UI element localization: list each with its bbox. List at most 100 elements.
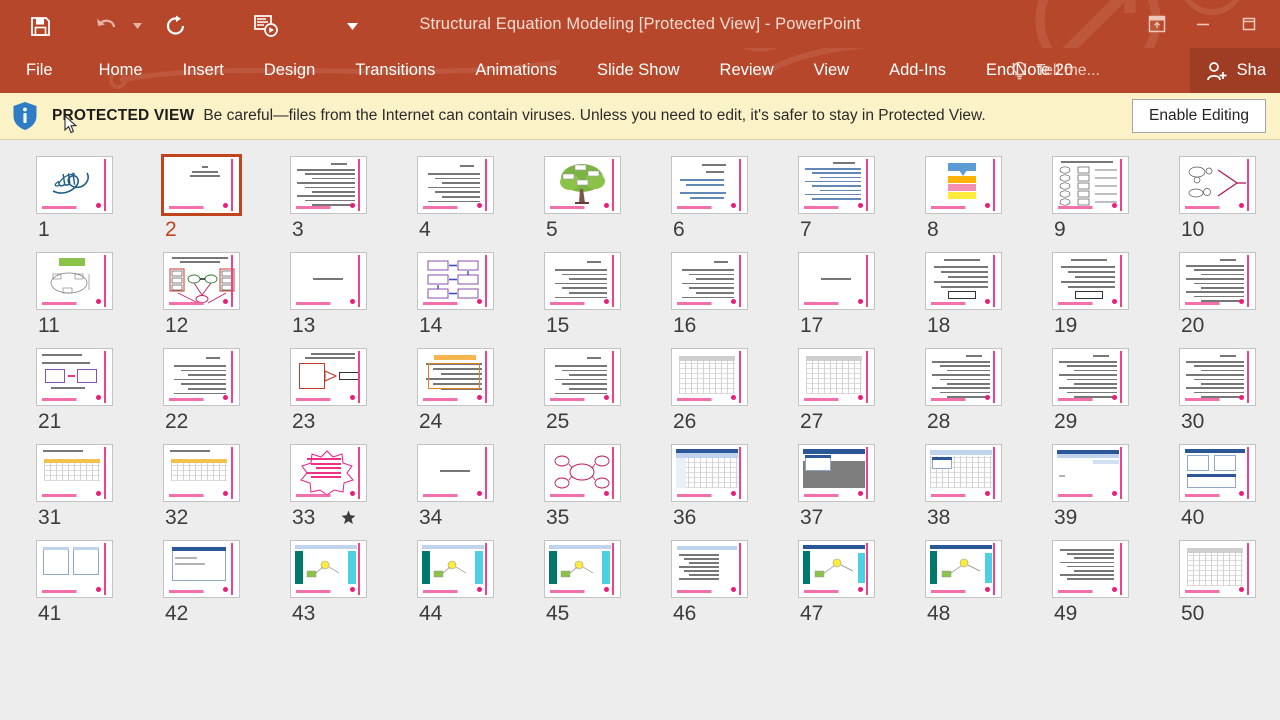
slide-thumbnail-cell[interactable]: 11 — [36, 252, 163, 336]
slide-thumbnail[interactable] — [1052, 252, 1129, 310]
slide-thumbnail-cell[interactable]: 35 — [544, 444, 671, 528]
slide-thumbnail-cell[interactable]: 30 — [1179, 348, 1280, 432]
slide-thumbnail[interactable] — [417, 156, 494, 214]
slide-thumbnail[interactable] — [163, 444, 240, 502]
slide-thumbnail[interactable] — [1179, 252, 1256, 310]
slide-thumbnail-cell[interactable]: 48 — [925, 540, 1052, 624]
slide-thumbnail[interactable] — [798, 156, 875, 214]
slide-thumbnail-cell[interactable]: 8 — [925, 156, 1052, 240]
slide-thumbnail-cell[interactable]: 7 — [798, 156, 925, 240]
slide-thumbnail[interactable] — [1179, 348, 1256, 406]
slide-thumbnail-cell[interactable]: 23 — [290, 348, 417, 432]
slide-thumbnail-cell[interactable]: 20 — [1179, 252, 1280, 336]
slide-thumbnail[interactable] — [544, 348, 621, 406]
slide-thumbnail[interactable] — [163, 348, 240, 406]
slide-thumbnail[interactable]: الله — [36, 156, 113, 214]
slide-thumbnail-cell[interactable]: 5 — [544, 156, 671, 240]
slide-thumbnail-cell[interactable]: 31 — [36, 444, 163, 528]
slide-thumbnail-cell[interactable]: 17 — [798, 252, 925, 336]
slide-thumbnail[interactable] — [1052, 540, 1129, 598]
slide-thumbnail[interactable] — [925, 156, 1002, 214]
slide-thumbnail-cell[interactable]: 41 — [36, 540, 163, 624]
slide-thumbnail-cell[interactable]: 19 — [1052, 252, 1179, 336]
slide-thumbnail[interactable] — [925, 252, 1002, 310]
tab-file[interactable]: File — [26, 48, 53, 93]
slide-thumbnail-cell[interactable]: 14 — [417, 252, 544, 336]
slide-thumbnail-cell[interactable]: 47 — [798, 540, 925, 624]
enable-editing-button[interactable]: Enable Editing — [1132, 99, 1266, 133]
slide-thumbnail[interactable] — [417, 252, 494, 310]
slide-thumbnail[interactable] — [1179, 156, 1256, 214]
slide-thumbnail-cell[interactable]: 10 — [1179, 156, 1280, 240]
slide-thumbnail[interactable] — [671, 156, 748, 214]
slide-thumbnail[interactable] — [290, 348, 367, 406]
slide-thumbnail-cell[interactable]: 37 — [798, 444, 925, 528]
slide-thumbnail-cell[interactable]: 40 — [1179, 444, 1280, 528]
slide-thumbnail-cell[interactable]: 21 — [36, 348, 163, 432]
slide-thumbnail-cell[interactable]: 6 — [671, 156, 798, 240]
tab-review[interactable]: Review — [720, 48, 774, 93]
slide-thumbnail[interactable] — [544, 156, 621, 214]
slide-thumbnail-cell[interactable]: 44 — [417, 540, 544, 624]
slide-thumbnail-cell[interactable]: 18 — [925, 252, 1052, 336]
slide-thumbnail-cell[interactable]: 49 — [1052, 540, 1179, 624]
tab-transitions[interactable]: Transitions — [355, 48, 435, 93]
slide-thumbnail-cell[interactable]: الله 1 — [36, 156, 163, 240]
slide-thumbnail[interactable] — [36, 540, 113, 598]
slide-thumbnail-cell[interactable]: 28 — [925, 348, 1052, 432]
slide-thumbnail[interactable] — [925, 348, 1002, 406]
slide-thumbnail[interactable] — [798, 444, 875, 502]
slide-thumbnail-cell[interactable]: 3 — [290, 156, 417, 240]
tab-animations[interactable]: Animations — [475, 48, 557, 93]
tell-me-search[interactable]: Tell me... — [1011, 48, 1100, 93]
slide-thumbnail-cell[interactable]: 34 — [417, 444, 544, 528]
slide-thumbnail-cell[interactable]: 43 — [290, 540, 417, 624]
slide-thumbnail-cell[interactable]: 22 — [163, 348, 290, 432]
slide-thumbnail-cell[interactable]: 2 — [161, 154, 290, 240]
slide-thumbnail[interactable] — [36, 348, 113, 406]
slide-thumbnail[interactable] — [36, 444, 113, 502]
slide-thumbnail-cell[interactable]: 33 — [290, 444, 417, 528]
slide-thumbnail-cell[interactable]: 4 — [417, 156, 544, 240]
slide-thumbnail[interactable] — [544, 540, 621, 598]
slide-thumbnail-cell[interactable]: 50 — [1179, 540, 1280, 624]
slide-thumbnail[interactable] — [1179, 540, 1256, 598]
slide-thumbnail[interactable] — [1179, 444, 1256, 502]
restore-button[interactable] — [1226, 0, 1272, 48]
slide-thumbnail[interactable] — [798, 540, 875, 598]
slide-thumbnail[interactable] — [290, 156, 367, 214]
minimize-button[interactable] — [1180, 0, 1226, 48]
slide-thumbnail[interactable] — [290, 252, 367, 310]
slide-thumbnail[interactable] — [36, 252, 113, 310]
slide-thumbnail[interactable] — [671, 348, 748, 406]
slide-thumbnail[interactable] — [671, 540, 748, 598]
slide-thumbnail-cell[interactable]: 36 — [671, 444, 798, 528]
slide-thumbnail-cell[interactable]: 42 — [163, 540, 290, 624]
slide-thumbnail-cell[interactable]: 38 — [925, 444, 1052, 528]
slide-thumbnail[interactable] — [798, 252, 875, 310]
slide-thumbnail[interactable] — [671, 444, 748, 502]
slide-thumbnail[interactable] — [417, 444, 494, 502]
slide-thumbnail-cell[interactable]: 26 — [671, 348, 798, 432]
slide-thumbnail-cell[interactable]: 32 — [163, 444, 290, 528]
slide-thumbnail-cell[interactable]: 45 — [544, 540, 671, 624]
slide-thumbnail[interactable] — [671, 252, 748, 310]
slide-thumbnail[interactable] — [417, 540, 494, 598]
tab-view[interactable]: View — [814, 48, 849, 93]
slide-thumbnail[interactable] — [161, 154, 242, 216]
tab-design[interactable]: Design — [264, 48, 315, 93]
tab-home[interactable]: Home — [99, 48, 143, 93]
slide-thumbnail[interactable] — [163, 252, 240, 310]
slide-thumbnail-cell[interactable]: 12 — [163, 252, 290, 336]
slide-thumbnail-cell[interactable]: 29 — [1052, 348, 1179, 432]
slide-thumbnail[interactable] — [544, 252, 621, 310]
slide-thumbnail-cell[interactable]: 27 — [798, 348, 925, 432]
slide-thumbnail[interactable] — [290, 540, 367, 598]
share-button[interactable]: Sha — [1189, 48, 1280, 93]
slide-thumbnail-cell[interactable]: 25 — [544, 348, 671, 432]
slide-thumbnail-cell[interactable]: 24 — [417, 348, 544, 432]
slide-thumbnail-cell[interactable]: 16 — [671, 252, 798, 336]
slide-sorter-pane[interactable]: الله 1 2 3 4 5 6 7 8 ○ ○ ○ ○ ○ 9 10 11 1… — [0, 140, 1280, 719]
slide-thumbnail-cell[interactable]: ○ ○ ○ ○ ○ 9 — [1052, 156, 1179, 240]
slide-thumbnail-cell[interactable]: 46 — [671, 540, 798, 624]
